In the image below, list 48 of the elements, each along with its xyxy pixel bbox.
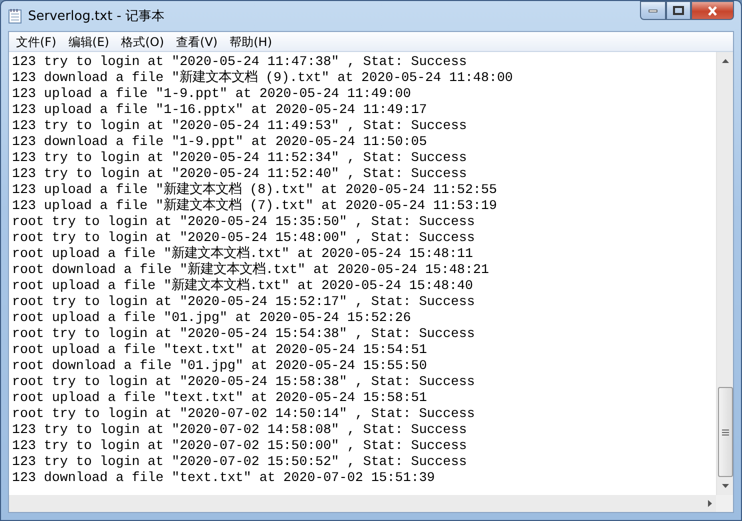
log-line: root upload a file "text.txt" at 2020-05-24 15:54:51 [12,342,428,358]
maximize-button[interactable] [666,1,691,20]
log-line: 123 download a file "text.txt" at 2020-07-02 15:51:39 [12,470,436,486]
log-line: 123 upload a file "新建文本文档 (7).txt" at 2020-05-24 11:53:19 [12,198,498,214]
close-icon [707,6,718,16]
log-line: 123 upload a file "1-16.pptx" at 2020-05-24 11:49:17 [12,102,428,118]
log-line: root try to login at "2020-05-24 15:58:38" , Stat: Success [12,374,476,390]
log-line: root try to login at "2020-07-02 14:50:14" , Stat: Success [12,406,476,422]
window-title: Serverlog.txt - 记事本 [28,8,164,25]
scroll-down-icon[interactable] [722,484,728,488]
minimize-button[interactable] [640,1,666,20]
log-line: 123 try to login at "2020-07-02 15:50:00" , Stat: Success [12,438,468,454]
log-line: root try to login at "2020-05-24 15:35:50" , Stat: Success [12,214,476,230]
log-line: root upload a file "新建文本文档.txt" at 2020-05-24 15:48:11 [12,246,474,262]
log-line: root try to login at "2020-05-24 15:52:17" , Stat: Success [12,294,476,310]
log-line: 123 try to login at "2020-05-24 11:47:38" , Stat: Success [12,54,468,70]
log-line: root try to login at "2020-05-24 15:54:38" , Stat: Success [12,326,476,342]
maximize-icon [673,6,684,15]
log-line: 123 try to login at "2020-05-24 11:52:34" , Stat: Success [12,150,468,166]
log-line: 123 try to login at "2020-07-02 15:50:52" , Stat: Success [12,454,468,470]
minimize-icon [648,8,658,12]
vertical-scrollbar[interactable] [716,52,733,495]
log-line: root download a file "新建文本文档.txt" at 2020-05-24 15:48:21 [12,262,490,278]
scroll-right-icon[interactable] [708,500,712,507]
menu-item[interactable]: 文件(F) [10,32,62,52]
log-line: root upload a file "新建文本文档.txt" at 2020-05-24 15:48:40 [12,278,474,294]
log-line: root upload a file "01.jpg" at 2020-05-24 15:52:26 [12,310,412,326]
log-line: root try to login at "2020-05-24 15:48:00" , Stat: Success [12,230,476,246]
log-line: 123 download a file "新建文本文档 (9).txt" at 2020-05-24 11:48:00 [12,70,514,86]
size-grip[interactable] [716,495,733,512]
scroll-up-icon[interactable] [722,59,728,63]
scroll-thumb[interactable] [718,387,732,477]
menu-item[interactable]: 格式(O) [115,32,170,52]
grip-lines-icon [722,428,728,436]
close-button[interactable] [691,1,734,20]
log-line: 123 download a file "1-9.ppt" at 2020-05-24 11:50:05 [12,134,428,150]
log-line: 123 upload a file "1-9.ppt" at 2020-05-24 11:49:00 [12,86,412,102]
log-line: 123 try to login at "2020-07-02 14:58:08" , Stat: Success [12,422,468,438]
menu-item[interactable]: 编辑(E) [62,32,116,52]
notepad-icon [8,8,22,24]
log-line: 123 upload a file "新建文本文档 (8).txt" at 2020-05-24 11:52:55 [12,182,498,198]
horizontal-scrollbar[interactable] [9,495,716,512]
log-line: 123 try to login at "2020-05-24 11:49:53" , Stat: Success [12,118,468,134]
log-line: 123 try to login at "2020-05-24 11:52:40" , Stat: Success [12,166,468,182]
log-line: root upload a file "text.txt" at 2020-05-24 15:58:51 [12,390,428,406]
log-line: root download a file "01.jpg" at 2020-05-24 15:55:50 [12,358,428,374]
menu-item[interactable]: 帮助(H) [224,32,278,52]
menu-item[interactable]: 查看(V) [170,32,224,52]
